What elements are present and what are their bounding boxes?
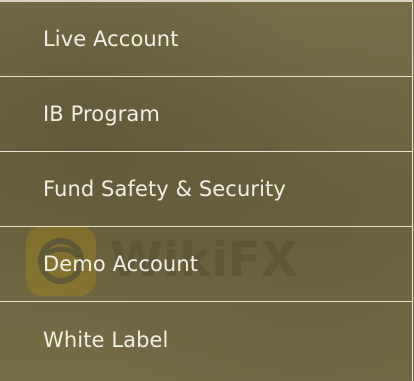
navigation-menu-panel: WikiFX Live Account IB Program Fund Safe… [0, 0, 413, 381]
menu-item-label: White Label [43, 328, 169, 352]
menu-item-label: Fund Safety & Security [43, 177, 286, 201]
menu-item-label: Demo Account [43, 252, 199, 276]
menu-item-label: IB Program [43, 102, 160, 126]
menu-item-demo-account[interactable]: Demo Account [0, 227, 413, 302]
menu-item-live-account[interactable]: Live Account [0, 2, 413, 77]
menu-item-ib-program[interactable]: IB Program [0, 77, 413, 152]
menu-list: Live Account IB Program Fund Safety & Se… [0, 2, 413, 378]
menu-item-label: Live Account [43, 27, 179, 51]
menu-item-fund-safety-security[interactable]: Fund Safety & Security [0, 152, 413, 227]
menu-item-white-label[interactable]: White Label [0, 302, 413, 378]
